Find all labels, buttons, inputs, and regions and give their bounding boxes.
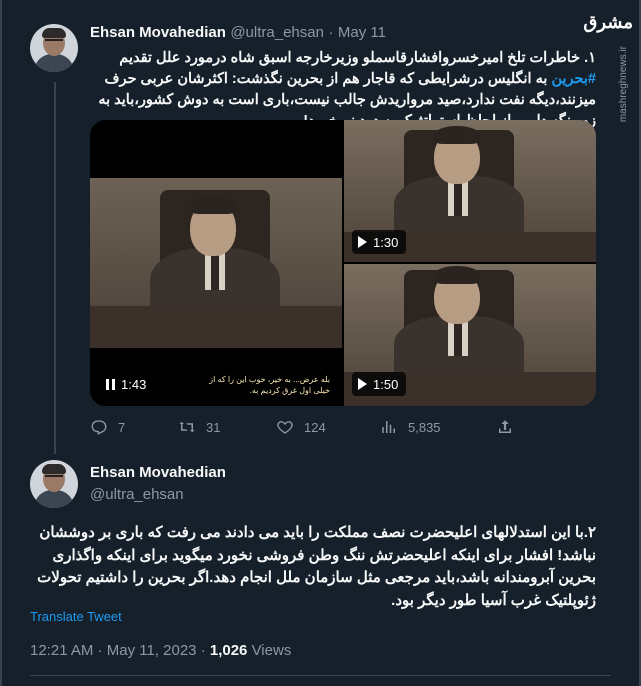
video-3-duration: 1:50 bbox=[373, 376, 399, 392]
video-2-duration-badge[interactable]: 1:30 bbox=[352, 230, 407, 254]
play-icon bbox=[358, 236, 367, 248]
video-1[interactable]: بله عرض... به خیر، خوب این را که از خیلی… bbox=[90, 120, 342, 406]
video-subtitle: بله عرض... به خیر، خوب این را که از خیلی… bbox=[209, 375, 330, 395]
hashtag-link[interactable]: #بحرین bbox=[551, 71, 596, 87]
divider bbox=[30, 675, 611, 676]
thread-line bbox=[54, 82, 56, 454]
separator-dot: · bbox=[328, 24, 334, 41]
tweet-text: ٢.با این استدلالهای اعلیحضرت نصف مملکت ر… bbox=[37, 524, 596, 609]
separator-dot: · bbox=[200, 642, 206, 659]
views-label: Views bbox=[251, 642, 292, 659]
author-handle[interactable]: @ultra_ehsan bbox=[230, 24, 324, 41]
tweet-date[interactable]: May 11 bbox=[338, 24, 386, 41]
retweet-count: 31 bbox=[206, 419, 221, 435]
video-3[interactable]: 1:50 bbox=[344, 264, 596, 406]
tweet-time[interactable]: 12:21 AM bbox=[30, 642, 93, 659]
reply-button[interactable]: 7 bbox=[90, 418, 125, 436]
views-count: 5,835 bbox=[408, 419, 441, 435]
video-1-duration-badge[interactable]: 1:43 bbox=[100, 372, 155, 396]
tweet-timestamp: 12:21 AM · May 11, 2023 · 1,026 Views bbox=[30, 642, 291, 659]
video-1-duration: 1:43 bbox=[121, 376, 147, 392]
like-count: 124 bbox=[304, 419, 326, 435]
left-border bbox=[0, 0, 2, 686]
author-name[interactable]: Ehsan Movahedian bbox=[90, 464, 226, 481]
retweet-button[interactable]: 31 bbox=[178, 418, 220, 436]
pause-icon bbox=[106, 378, 115, 390]
watermark-site: mashreghnews.ir bbox=[618, 46, 629, 123]
analytics-icon bbox=[382, 421, 395, 433]
reply-count: 7 bbox=[118, 419, 126, 435]
watermark: مشرق mashreghnews.ir bbox=[583, 12, 635, 132]
tweet-full-date[interactable]: May 11, 2023 bbox=[107, 642, 197, 659]
views-button[interactable]: 5,835 bbox=[380, 418, 441, 436]
author-handle[interactable]: @ultra_ehsan bbox=[90, 486, 184, 503]
media-grid: بله عرض... به خیر، خوب این را که از خیلی… bbox=[90, 120, 596, 406]
heart-icon bbox=[277, 421, 293, 434]
tweet-actions: 7 31 124 5,835 bbox=[90, 418, 596, 440]
author-name[interactable]: Ehsan Movahedian bbox=[90, 24, 226, 41]
video-2[interactable]: 1:30 bbox=[344, 120, 596, 262]
play-icon bbox=[358, 378, 367, 390]
avatar[interactable] bbox=[30, 460, 78, 508]
translate-tweet-link[interactable]: Translate Tweet bbox=[30, 609, 122, 624]
tweet-text-part1: ١. خاطرات تلخ امیرخسروافشارقاسملو وزیرخا… bbox=[119, 50, 596, 66]
share-button[interactable] bbox=[496, 418, 514, 436]
tweet-header: Ehsan Movahedian @ultra_ehsan · May 11 bbox=[90, 24, 386, 42]
reply-icon bbox=[91, 420, 107, 435]
video-3-duration-badge[interactable]: 1:50 bbox=[352, 372, 407, 396]
avatar[interactable] bbox=[30, 24, 78, 72]
retweet-icon bbox=[179, 421, 195, 433]
views-total: 1,026 bbox=[209, 642, 248, 659]
watermark-logo: مشرق bbox=[583, 12, 633, 33]
video-2-duration: 1:30 bbox=[373, 234, 399, 250]
separator-dot: · bbox=[97, 642, 103, 659]
like-button[interactable]: 124 bbox=[276, 418, 326, 436]
share-icon bbox=[499, 420, 511, 433]
